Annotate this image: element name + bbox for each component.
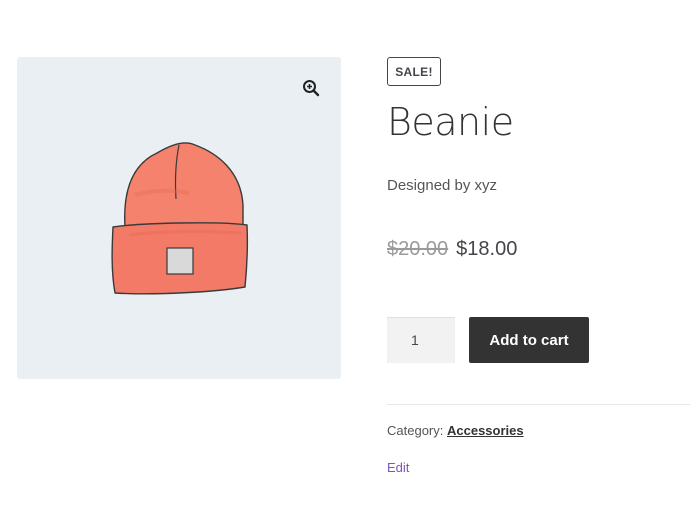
zoom-button[interactable] [296, 75, 326, 101]
product-short-description: Designed by xyz [387, 177, 498, 194]
sale-badge: SALE! [387, 57, 441, 86]
regular-price: $20.00 [387, 238, 449, 260]
quantity-input[interactable] [387, 317, 455, 363]
product-title: Beanie [387, 100, 514, 144]
product-meta: Category: Accessories [387, 423, 524, 438]
sale-price: $18.00 [456, 238, 518, 260]
magnifier-plus-icon [303, 80, 320, 97]
add-to-cart-button[interactable]: Add to cart [469, 317, 589, 363]
category-label: Category: [387, 423, 444, 438]
meta-divider [387, 404, 690, 405]
product-gallery [17, 57, 341, 379]
product-price: $20.00 $18.00 [387, 238, 517, 261]
beanie-product-image[interactable] [109, 135, 269, 300]
edit-link[interactable]: Edit [387, 460, 409, 475]
category-link-accessories[interactable]: Accessories [447, 423, 524, 438]
